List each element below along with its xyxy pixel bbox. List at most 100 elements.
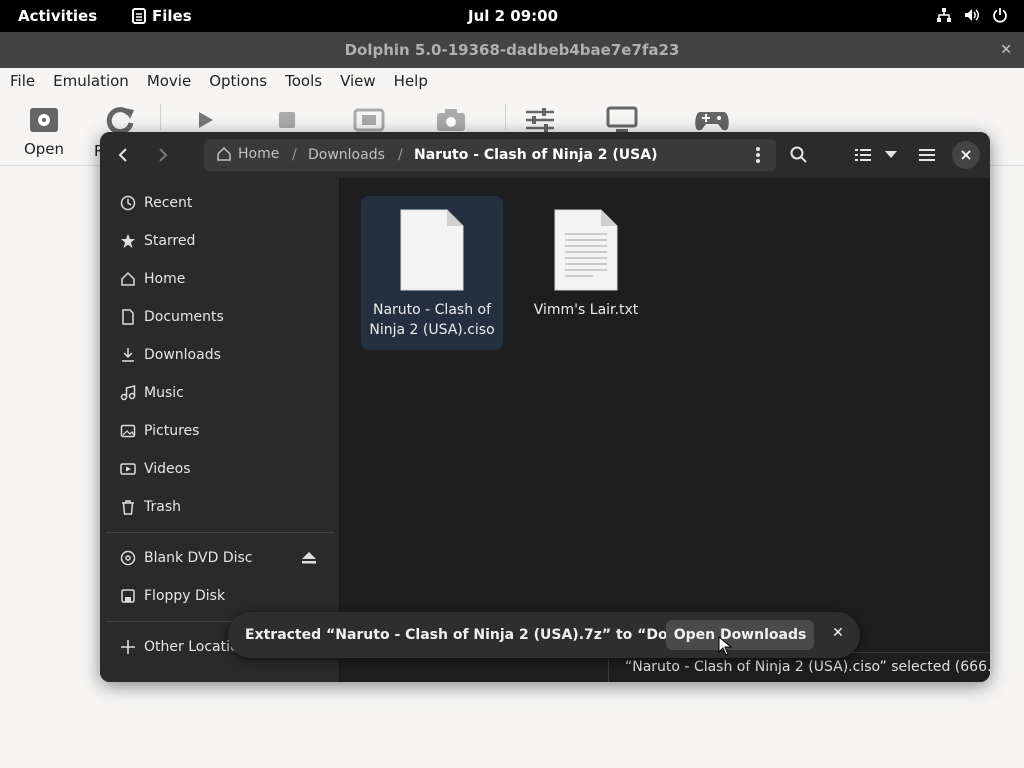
top-bar: Activities Files Jul 2 09:00 — [0, 0, 1024, 32]
sidebar-item-label: Trash — [144, 499, 181, 515]
sidebar-item-label: Downloads — [144, 347, 221, 363]
refresh-icon — [106, 107, 134, 134]
files-headerbar: Home / Downloads / Naruto - Clash of Nin… — [100, 132, 990, 178]
clock[interactable]: Jul 2 09:00 — [468, 7, 558, 25]
eject-icon[interactable] — [302, 552, 316, 564]
view-list-button[interactable] — [848, 140, 878, 170]
sidebar-item-trash[interactable]: Trash — [108, 490, 332, 524]
sidebar-item-home[interactable]: Home — [108, 262, 332, 296]
network-icon — [936, 7, 952, 23]
menu-movie[interactable]: Movie — [138, 68, 200, 96]
open-downloads-button[interactable]: Open Downloads — [666, 620, 814, 650]
chevron-right-icon — [159, 148, 168, 162]
home-icon — [217, 146, 231, 161]
sidebar-item-videos[interactable]: Videos — [108, 452, 332, 486]
path-current[interactable]: Naruto - Clash of Ninja 2 (USA) — [414, 147, 657, 163]
close-icon — [961, 150, 971, 160]
path-home-label: Home — [238, 146, 280, 162]
camera-icon — [437, 109, 465, 131]
sidebar-item-downloads[interactable]: Downloads — [108, 338, 332, 372]
trash-icon — [122, 500, 134, 515]
menu-emulation[interactable]: Emulation — [44, 68, 138, 96]
path-bar: Home / Downloads / Naruto - Clash of Nin… — [204, 139, 776, 171]
toolbar-separator — [505, 104, 506, 130]
sidebar-separator — [106, 532, 334, 533]
files-sidebar: Recent Starred Home Documents Downloads … — [100, 178, 340, 682]
path-downloads[interactable]: Downloads — [308, 147, 385, 163]
sidebar-item-starred[interactable]: Starred — [108, 224, 332, 258]
hamburger-icon — [919, 149, 935, 161]
path-home[interactable]: Home — [216, 146, 279, 162]
open-label: Open — [23, 140, 65, 158]
forward-button[interactable] — [148, 140, 178, 170]
star-icon — [121, 234, 135, 248]
plus-icon — [121, 640, 135, 654]
toast-close-icon[interactable]: ✕ — [828, 625, 848, 645]
file-item[interactable]: Naruto - Clash of Ninja 2 (USA).ciso — [361, 196, 503, 350]
sidebar-item-label: Blank DVD Disc — [144, 550, 253, 566]
disc-icon — [120, 550, 136, 566]
file-grid: Naruto - Clash of Ninja 2 (USA).ciso Vim… — [341, 178, 990, 682]
sidebar-item-recent[interactable]: Recent — [108, 186, 332, 220]
sidebar-item-label: Floppy Disk — [144, 588, 226, 604]
open-disc-icon — [30, 108, 58, 132]
fullscreen-icon — [353, 108, 385, 132]
view-options-button[interactable] — [876, 140, 906, 170]
menu-file[interactable]: File — [0, 68, 44, 96]
sidebar-item-blank-dvd[interactable]: Blank DVD Disc — [108, 541, 332, 575]
sidebar-item-label: Music — [144, 385, 184, 401]
sidebar-item-label: Pictures — [144, 423, 200, 439]
document-icon — [122, 309, 134, 325]
blank-file-icon — [400, 209, 464, 291]
list-view-icon — [855, 149, 871, 161]
power-icon — [992, 7, 1008, 23]
dolphin-titlebar: Dolphin 5.0-19368-dadbeb4bae7e7fa23 ✕ — [0, 32, 1024, 68]
files-close-button[interactable] — [952, 141, 980, 169]
floppy-icon — [121, 589, 135, 603]
activities-button[interactable]: Activities — [18, 7, 97, 25]
system-tray[interactable] — [936, 7, 1008, 23]
search-icon — [790, 146, 807, 163]
menu-options[interactable]: Options — [200, 68, 276, 96]
text-file-icon — [554, 209, 618, 291]
main-menu-button[interactable] — [912, 140, 942, 170]
sidebar-item-pictures[interactable]: Pictures — [108, 414, 332, 448]
back-button[interactable] — [108, 140, 138, 170]
sidebar-item-label: Recent — [144, 195, 193, 211]
mouse-cursor-icon — [718, 636, 732, 656]
sliders-icon — [526, 108, 554, 132]
file-name: Vimm's Lair.txt — [533, 302, 639, 318]
search-button[interactable] — [784, 140, 814, 170]
gamepad-icon — [695, 112, 729, 131]
music-icon — [120, 385, 136, 401]
menu-view[interactable]: View — [331, 68, 385, 96]
app-menu-label: Files — [152, 7, 192, 25]
dolphin-menubar: File Emulation Movie Options Tools View … — [0, 68, 1024, 96]
sidebar-item-documents[interactable]: Documents — [108, 300, 332, 334]
dolphin-close-icon[interactable]: ✕ — [1000, 32, 1012, 68]
video-icon — [120, 463, 136, 475]
home-icon — [121, 271, 135, 286]
sidebar-item-floppy[interactable]: Floppy Disk — [108, 579, 332, 613]
kebab-menu-icon[interactable] — [750, 145, 766, 165]
app-menu[interactable]: Files — [132, 7, 192, 25]
sidebar-item-music[interactable]: Music — [108, 376, 332, 410]
picture-icon — [120, 424, 136, 438]
sidebar-item-label: Home — [144, 271, 186, 287]
volume-icon — [964, 7, 980, 23]
extraction-toast: Extracted “Naruto - Clash of Ninja 2 (US… — [228, 612, 860, 658]
dolphin-title: Dolphin 5.0-19368-dadbeb4bae7e7fa23 — [344, 41, 680, 59]
files-window: Home / Downloads / Naruto - Clash of Nin… — [100, 132, 990, 682]
file-item[interactable]: Vimm's Lair.txt — [515, 196, 657, 350]
menu-tools[interactable]: Tools — [276, 68, 331, 96]
open-button[interactable]: Open — [14, 102, 74, 162]
menu-help[interactable]: Help — [385, 68, 437, 96]
sidebar-item-label: Videos — [144, 461, 191, 477]
file-name: Naruto - Clash of Ninja 2 (USA).ciso — [369, 302, 495, 338]
toolbar-separator — [160, 104, 161, 130]
play-icon — [199, 112, 213, 128]
stop-icon — [279, 112, 295, 128]
files-app-icon — [132, 8, 146, 24]
sidebar-item-label: Starred — [144, 233, 196, 249]
chevron-left-icon — [118, 148, 127, 162]
